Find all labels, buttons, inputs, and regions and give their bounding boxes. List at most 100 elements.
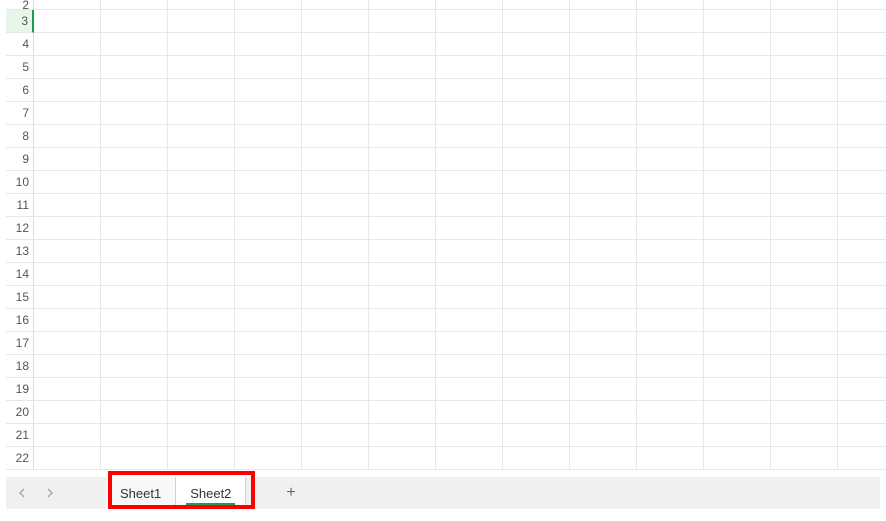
cell[interactable]: [570, 378, 637, 401]
cell[interactable]: [637, 171, 704, 194]
cell[interactable]: [570, 125, 637, 148]
cell[interactable]: [771, 125, 838, 148]
cell[interactable]: [34, 309, 101, 332]
cell[interactable]: [168, 79, 235, 102]
cell[interactable]: [838, 33, 886, 56]
cell[interactable]: [369, 171, 436, 194]
cell[interactable]: [771, 10, 838, 33]
cell[interactable]: [101, 401, 168, 424]
cell[interactable]: [436, 263, 503, 286]
cell[interactable]: [34, 217, 101, 240]
cell[interactable]: [302, 194, 369, 217]
cell[interactable]: [101, 378, 168, 401]
cell[interactable]: [168, 332, 235, 355]
cell[interactable]: [235, 240, 302, 263]
cell[interactable]: [34, 102, 101, 125]
cell[interactable]: [570, 217, 637, 240]
row-header[interactable]: 18: [6, 355, 34, 378]
cell[interactable]: [168, 447, 235, 470]
cell[interactable]: [369, 194, 436, 217]
cell[interactable]: [34, 263, 101, 286]
cell[interactable]: [101, 447, 168, 470]
cell[interactable]: [570, 171, 637, 194]
cell[interactable]: [704, 263, 771, 286]
cell[interactable]: [436, 148, 503, 171]
cell[interactable]: [771, 401, 838, 424]
cell[interactable]: [637, 217, 704, 240]
cell[interactable]: [838, 263, 886, 286]
cell[interactable]: [637, 378, 704, 401]
cell[interactable]: [369, 217, 436, 240]
row-header[interactable]: 20: [6, 401, 34, 424]
cell[interactable]: [302, 263, 369, 286]
sheet-nav-next[interactable]: [42, 485, 58, 501]
cell[interactable]: [101, 0, 168, 10]
cell[interactable]: [436, 194, 503, 217]
cell[interactable]: [637, 102, 704, 125]
cell[interactable]: [235, 309, 302, 332]
cell[interactable]: [302, 424, 369, 447]
cell[interactable]: [704, 447, 771, 470]
cell[interactable]: [34, 79, 101, 102]
cell[interactable]: [168, 125, 235, 148]
cell[interactable]: [838, 125, 886, 148]
cell[interactable]: [771, 171, 838, 194]
cell[interactable]: [34, 424, 101, 447]
add-sheet-button[interactable]: +: [266, 484, 315, 502]
row-header[interactable]: 22: [6, 447, 34, 470]
cell[interactable]: [34, 355, 101, 378]
cell[interactable]: [34, 171, 101, 194]
row-header[interactable]: 9: [6, 148, 34, 171]
cell[interactable]: [235, 217, 302, 240]
cell[interactable]: [771, 0, 838, 10]
row-header[interactable]: 7: [6, 102, 34, 125]
cell[interactable]: [771, 194, 838, 217]
cell[interactable]: [168, 148, 235, 171]
cell[interactable]: [235, 401, 302, 424]
row-header[interactable]: 8: [6, 125, 34, 148]
cell[interactable]: [101, 286, 168, 309]
cell[interactable]: [704, 79, 771, 102]
cell[interactable]: [637, 447, 704, 470]
cell[interactable]: [771, 240, 838, 263]
cell[interactable]: [704, 171, 771, 194]
cell[interactable]: [34, 125, 101, 148]
row-header[interactable]: 21: [6, 424, 34, 447]
cell[interactable]: [235, 56, 302, 79]
cell[interactable]: [838, 240, 886, 263]
row-header[interactable]: 2: [6, 0, 34, 10]
cell[interactable]: [503, 355, 570, 378]
cell[interactable]: [235, 33, 302, 56]
cell[interactable]: [34, 286, 101, 309]
cell[interactable]: [436, 424, 503, 447]
cell[interactable]: [838, 148, 886, 171]
cell[interactable]: [235, 171, 302, 194]
cell[interactable]: [570, 355, 637, 378]
cell[interactable]: [704, 286, 771, 309]
cell[interactable]: [235, 79, 302, 102]
cell[interactable]: [101, 148, 168, 171]
row-header[interactable]: 5: [6, 56, 34, 79]
cell[interactable]: [570, 240, 637, 263]
cell[interactable]: [235, 263, 302, 286]
row-header[interactable]: 11: [6, 194, 34, 217]
cell[interactable]: [704, 56, 771, 79]
cell[interactable]: [34, 378, 101, 401]
cell[interactable]: [771, 33, 838, 56]
cell[interactable]: [168, 424, 235, 447]
sheet-tab-sheet2[interactable]: Sheet2: [176, 477, 246, 509]
cell[interactable]: [101, 33, 168, 56]
row-header[interactable]: 13: [6, 240, 34, 263]
cell[interactable]: [503, 79, 570, 102]
cell[interactable]: [235, 332, 302, 355]
cell[interactable]: [570, 102, 637, 125]
cell[interactable]: [369, 447, 436, 470]
cell[interactable]: [235, 378, 302, 401]
cell[interactable]: [101, 217, 168, 240]
cell[interactable]: [838, 102, 886, 125]
cell[interactable]: [436, 125, 503, 148]
cell[interactable]: [436, 332, 503, 355]
cell[interactable]: [704, 194, 771, 217]
cell[interactable]: [34, 0, 101, 10]
sheet-nav-prev[interactable]: [14, 485, 30, 501]
